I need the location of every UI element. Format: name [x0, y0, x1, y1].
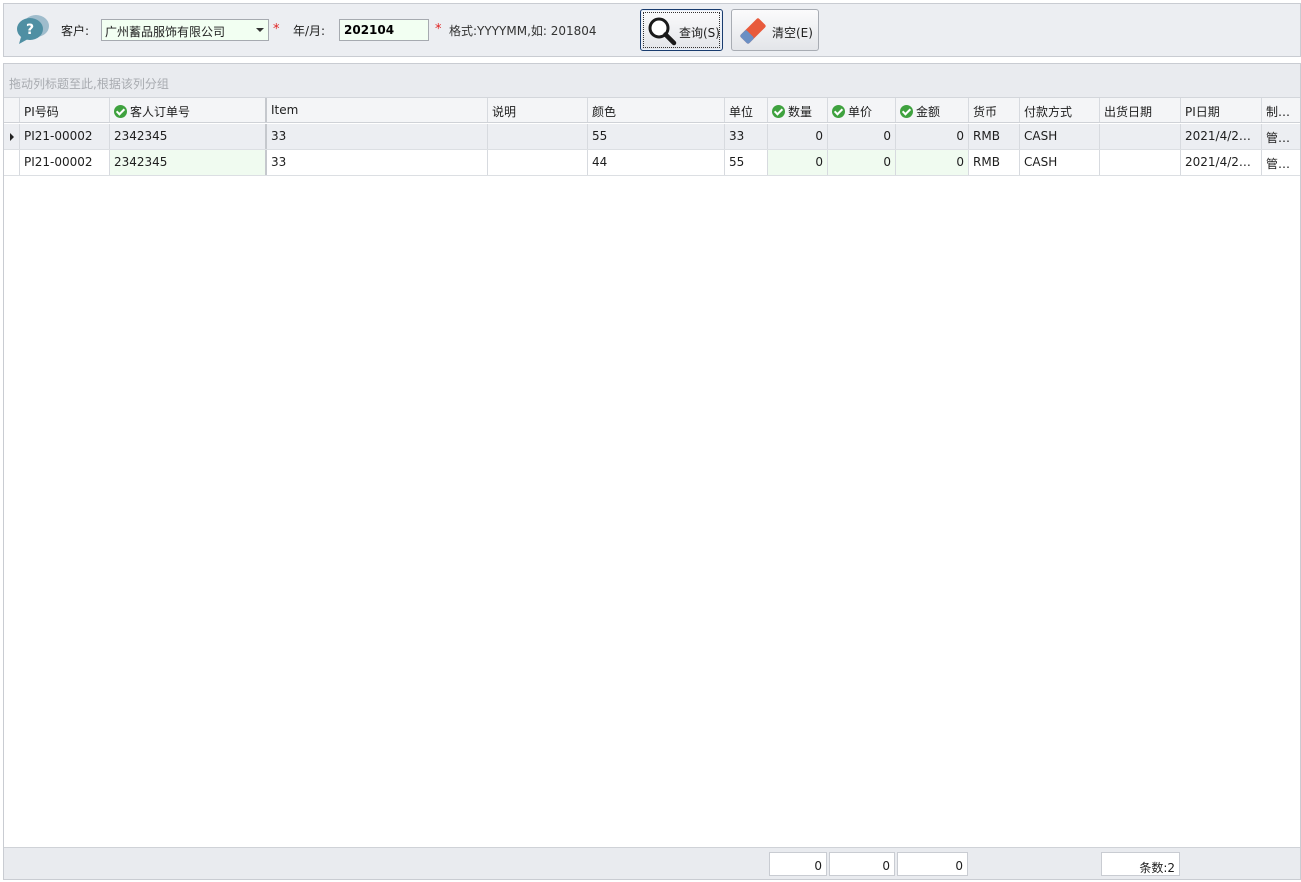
column-header-description[interactable]: 说明 — [488, 98, 588, 122]
cell-item[interactable]: 33 — [267, 124, 488, 149]
column-header-item[interactable]: Item — [267, 98, 488, 122]
cell-amount[interactable]: 0 — [896, 124, 969, 149]
cell-item[interactable]: 33 — [267, 150, 488, 175]
column-header-label: 数量 — [788, 105, 813, 119]
clear-button-label: 清空(E) — [772, 26, 813, 40]
column-header-color[interactable]: 颜色 — [588, 98, 725, 122]
column-header-unit[interactable]: 单位 — [725, 98, 768, 122]
current-row-icon — [10, 133, 14, 141]
group-by-panel[interactable]: 拖动列标题至此,根据该列分组 — [4, 64, 1300, 98]
check-icon — [900, 105, 913, 118]
cell-pi-no[interactable]: PI21-00002 — [20, 150, 110, 175]
grid-header: PI号码 客人订单号 Item 说明 颜色 单位 数量 单价 金额 货币 付款方… — [4, 98, 1301, 123]
amount-total: 0 — [897, 852, 968, 876]
search-icon — [648, 17, 677, 46]
required-mark: * — [435, 22, 442, 37]
cell-payment[interactable]: CASH — [1020, 150, 1100, 175]
column-header-label: 金额 — [916, 105, 941, 119]
cell-creator[interactable]: 管理员 — [1262, 150, 1301, 175]
table-row[interactable]: PI21-00002 2342345 33 55 33 0 0 0 RMB CA… — [4, 124, 1301, 150]
column-header-creator[interactable]: 制单人 — [1262, 98, 1301, 122]
cell-ship-date[interactable] — [1100, 124, 1181, 149]
yearmonth-input[interactable] — [339, 19, 429, 41]
customer-dropdown[interactable]: 广州蓄品服饰有限公司 — [101, 19, 269, 41]
yearmonth-label: 年/月: — [293, 24, 326, 38]
required-mark: * — [273, 22, 280, 37]
cell-unit[interactable]: 55 — [725, 150, 768, 175]
chevron-down-icon[interactable] — [256, 28, 264, 32]
data-grid: 拖动列标题至此,根据该列分组 PI号码 客人订单号 Item 说明 颜色 单位 … — [3, 63, 1301, 880]
cell-pi-date[interactable]: 2021/4/20... — [1181, 150, 1262, 175]
column-header-payment[interactable]: 付款方式 — [1020, 98, 1100, 122]
group-hint: 拖动列标题至此,根据该列分组 — [9, 77, 169, 91]
eraser-icon — [740, 18, 766, 44]
check-icon — [772, 105, 785, 118]
cell-description[interactable] — [488, 150, 588, 175]
cell-creator[interactable]: 管理员 — [1262, 124, 1301, 149]
cell-color[interactable]: 55 — [588, 124, 725, 149]
column-header-ship-date[interactable]: 出货日期 — [1100, 98, 1181, 122]
cell-ship-date[interactable] — [1100, 150, 1181, 175]
row-indicator — [4, 150, 20, 175]
column-header-label: 单价 — [848, 105, 873, 119]
cell-quantity[interactable]: 0 — [768, 150, 828, 175]
column-header-customer-order[interactable]: 客人订单号 — [110, 98, 267, 122]
format-hint: 格式:YYYYMM,如: 201804 — [449, 24, 597, 38]
column-header-pi-no[interactable]: PI号码 — [20, 98, 110, 122]
cell-currency[interactable]: RMB — [969, 124, 1020, 149]
cell-unit[interactable]: 33 — [725, 124, 768, 149]
query-button[interactable]: 查询(S) — [640, 9, 723, 51]
column-header-label: 客人订单号 — [130, 105, 191, 119]
column-header-unit-price[interactable]: 单价 — [828, 98, 896, 122]
row-indicator-header — [4, 98, 20, 122]
cell-customer-order[interactable]: 2342345 — [110, 124, 267, 149]
clear-button[interactable]: 清空(E) — [731, 9, 819, 51]
check-icon — [832, 105, 845, 118]
row-indicator — [4, 124, 20, 149]
svg-text:?: ? — [26, 22, 34, 38]
cell-pi-date[interactable]: 2021/4/20... — [1181, 124, 1262, 149]
column-header-pi-date[interactable]: PI日期 — [1181, 98, 1262, 122]
check-icon — [114, 105, 127, 118]
cell-unit-price[interactable]: 0 — [828, 124, 896, 149]
cell-color[interactable]: 44 — [588, 150, 725, 175]
cell-amount[interactable]: 0 — [896, 150, 969, 175]
quantity-total: 0 — [769, 852, 827, 876]
grid-footer: 0 0 0 条数:2 — [4, 847, 1300, 879]
cell-payment[interactable]: CASH — [1020, 124, 1100, 149]
unit-price-total: 0 — [829, 852, 895, 876]
table-row[interactable]: PI21-00002 2342345 33 44 55 0 0 0 RMB CA… — [4, 150, 1301, 176]
row-count: 条数:2 — [1101, 852, 1180, 876]
cell-quantity[interactable]: 0 — [768, 124, 828, 149]
cell-currency[interactable]: RMB — [969, 150, 1020, 175]
cell-customer-order[interactable]: 2342345 — [110, 150, 267, 175]
cell-description[interactable] — [488, 124, 588, 149]
cell-pi-no[interactable]: PI21-00002 — [20, 124, 110, 149]
customer-label: 客户: — [61, 24, 90, 38]
toolbar: ? 客户: 广州蓄品服饰有限公司 * 年/月: * 格式:YYYYMM,如: 2… — [3, 3, 1301, 57]
customer-value: 广州蓄品服饰有限公司 — [105, 25, 226, 39]
column-header-amount[interactable]: 金额 — [896, 98, 969, 122]
cell-unit-price[interactable]: 0 — [828, 150, 896, 175]
query-button-label: 查询(S) — [679, 26, 720, 40]
column-header-quantity[interactable]: 数量 — [768, 98, 828, 122]
column-header-currency[interactable]: 货币 — [969, 98, 1020, 122]
help-icon[interactable]: ? — [15, 13, 51, 45]
